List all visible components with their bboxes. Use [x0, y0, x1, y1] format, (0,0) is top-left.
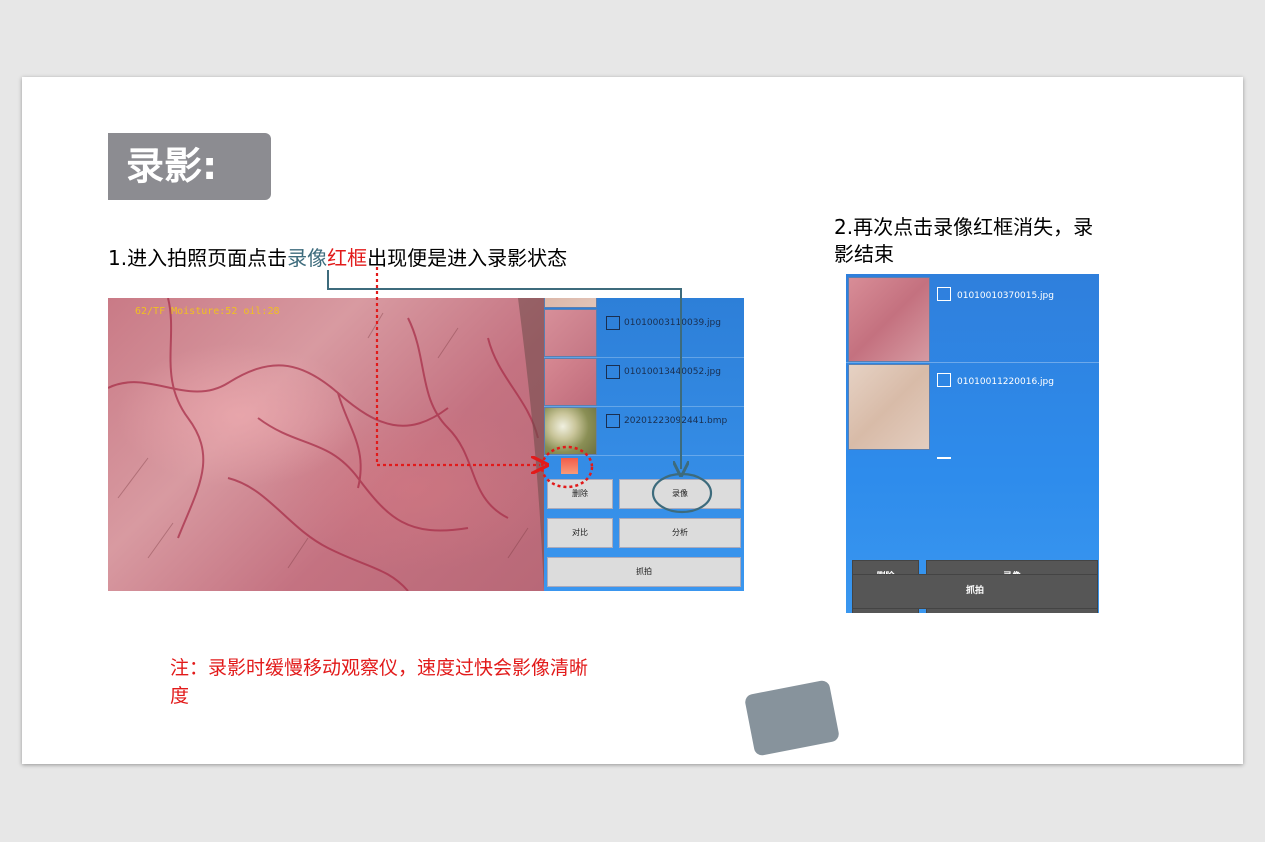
note-text: 注：录影时缓慢移动观察仪，速度过快会影像清晰度 [170, 657, 589, 707]
teal-highlight-ellipse [651, 472, 713, 514]
slide: 录影: 1.进入拍照页面点击录像红框出现便是进入录影状态 2.再次点击录像红框消… [22, 77, 1243, 764]
red-arrow [375, 267, 540, 465]
red-highlight-ellipse [540, 445, 594, 489]
teal-arrow [327, 270, 681, 469]
